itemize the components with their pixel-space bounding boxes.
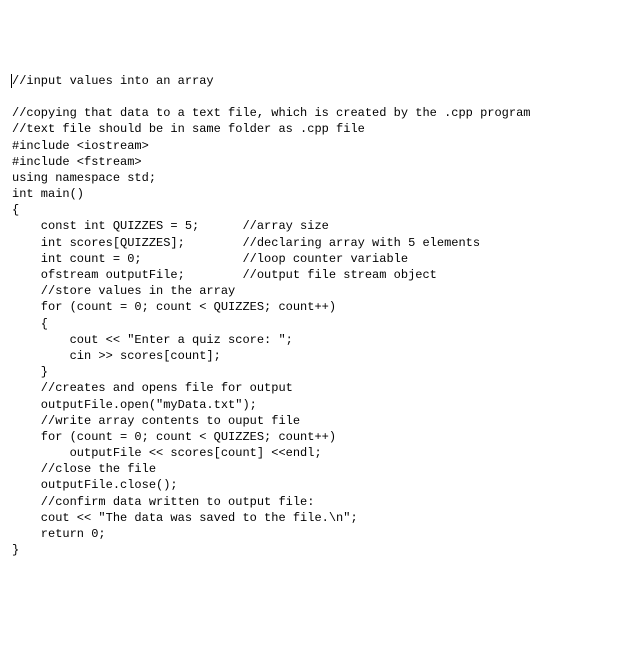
code-line: return 0; bbox=[12, 526, 628, 542]
text-cursor bbox=[11, 74, 12, 88]
code-line: //close the file bbox=[12, 461, 628, 477]
code-line: //text file should be in same folder as … bbox=[12, 121, 628, 137]
code-line: for (count = 0; count < QUIZZES; count++… bbox=[12, 429, 628, 445]
code-line: { bbox=[12, 202, 628, 218]
code-line: //creates and opens file for output bbox=[12, 380, 628, 396]
code-line: cout << "The data was saved to the file.… bbox=[12, 510, 628, 526]
code-line: } bbox=[12, 364, 628, 380]
code-line: int count = 0; //loop counter variable bbox=[12, 251, 628, 267]
code-line: for (count = 0; count < QUIZZES; count++… bbox=[12, 299, 628, 315]
code-line: ofstream outputFile; //output file strea… bbox=[12, 267, 628, 283]
code-line: //write array contents to ouput file bbox=[12, 413, 628, 429]
code-line: int main() bbox=[12, 186, 628, 202]
code-editor-area[interactable]: //input values into an array //copying t… bbox=[12, 73, 628, 559]
code-line: #include <iostream> bbox=[12, 138, 628, 154]
code-line: outputFile << scores[count] <<endl; bbox=[12, 445, 628, 461]
code-line: const int QUIZZES = 5; //array size bbox=[12, 218, 628, 234]
code-line: { bbox=[12, 316, 628, 332]
code-line: //copying that data to a text file, whic… bbox=[12, 105, 628, 121]
code-line: } bbox=[12, 542, 628, 558]
code-line: //confirm data written to output file: bbox=[12, 494, 628, 510]
code-line: cout << "Enter a quiz score: "; bbox=[12, 332, 628, 348]
code-line: int scores[QUIZZES]; //declaring array w… bbox=[12, 235, 628, 251]
code-line: //store values in the array bbox=[12, 283, 628, 299]
code-line: outputFile.open("myData.txt"); bbox=[12, 397, 628, 413]
code-line: #include <fstream> bbox=[12, 154, 628, 170]
code-line: using namespace std; bbox=[12, 170, 628, 186]
code-line: cin >> scores[count]; bbox=[12, 348, 628, 364]
code-line: outputFile.close(); bbox=[12, 477, 628, 493]
code-line: //input values into an array bbox=[12, 73, 628, 89]
